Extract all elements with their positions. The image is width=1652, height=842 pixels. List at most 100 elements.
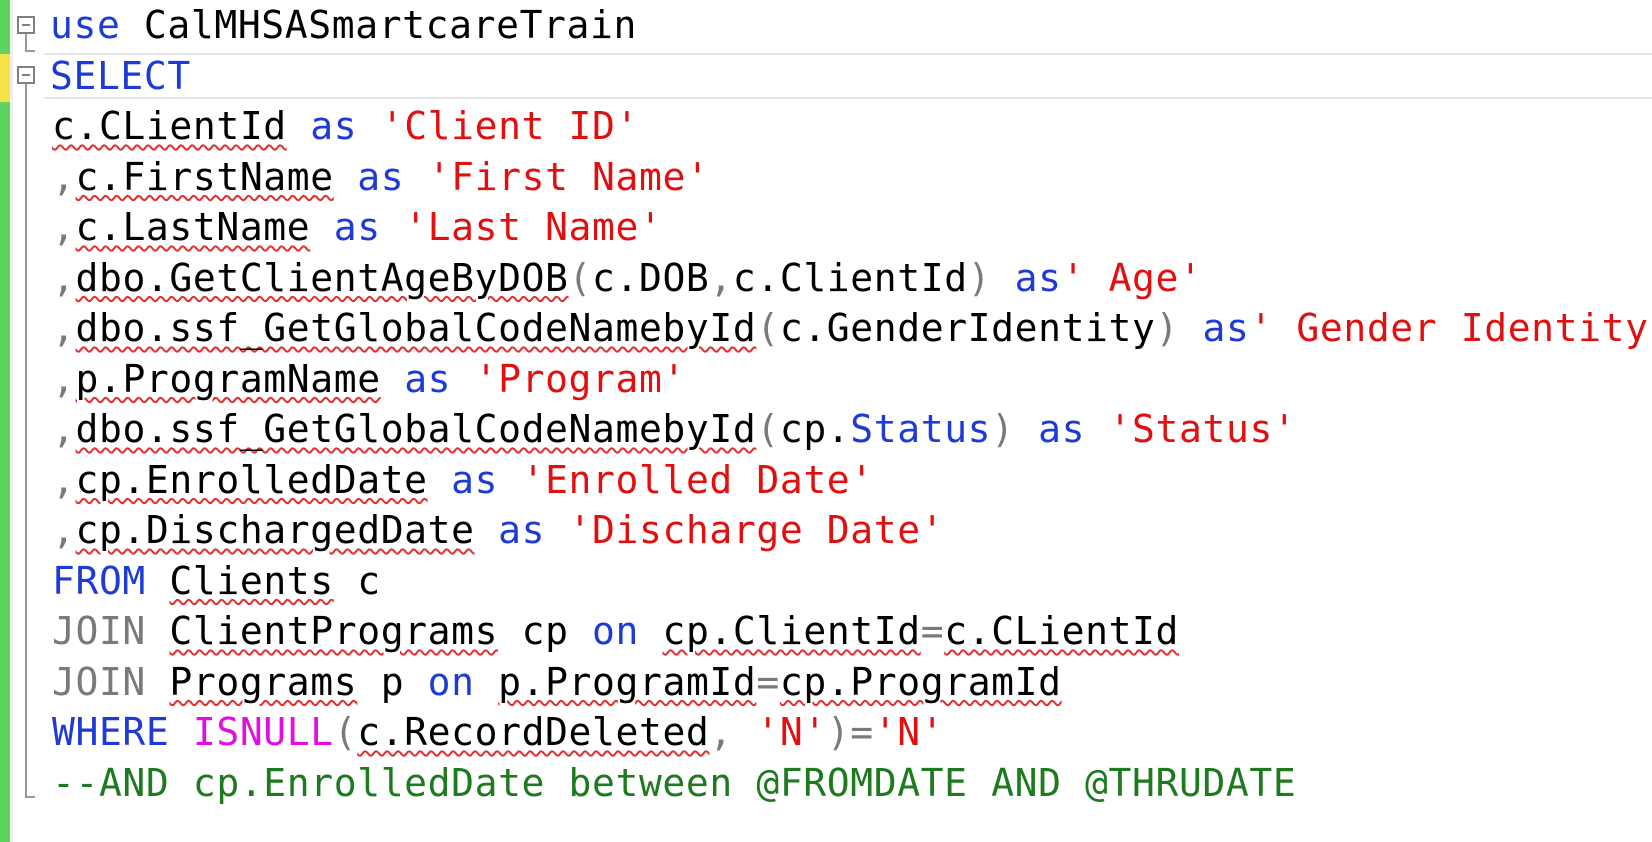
code-token: c.RecordDeleted (357, 710, 710, 754)
code-token: ) (826, 710, 851, 754)
code-token: c.CLientId (944, 609, 1180, 653)
collapse-use-block-icon[interactable] (17, 16, 35, 34)
code-line[interactable]: --AND cp.EnrolledDate between @FROMDATE … (50, 758, 1652, 809)
code-line[interactable]: ,c.FirstName as 'First Name' (50, 152, 1652, 203)
code-token: c (333, 558, 381, 603)
code-token: ISNULL (192, 710, 334, 754)
code-line[interactable]: FROM Clients c (50, 556, 1652, 607)
code-token: , (52, 457, 76, 502)
code-token: JOIN (52, 659, 146, 704)
code-token: as (1038, 407, 1086, 451)
code-token: 'First Name' (427, 154, 710, 199)
code-token: dbo.ssf_GetGlobalCodeNamebyId (75, 407, 757, 451)
code-token: , (709, 710, 733, 754)
code-token: 'Status' (1108, 407, 1297, 451)
code-token: , (709, 255, 733, 300)
code-line[interactable]: c.CLientId as 'Client ID' (50, 101, 1652, 152)
code-token: ) (967, 255, 992, 300)
code-token: c.FirstName (75, 154, 334, 199)
code-token: Status (850, 407, 992, 451)
sql-editor[interactable]: use CalMHSASmartcareTrain SELECT c.CLientI… (50, 0, 1652, 808)
code-line[interactable]: ,c.LastName as 'Last Name' (50, 202, 1652, 253)
code-token: use (50, 3, 144, 47)
code-line[interactable]: JOIN ClientPrograms cp on cp.ClientId=c.… (50, 606, 1652, 657)
code-token: as (333, 205, 381, 249)
code-token: ( (568, 255, 593, 300)
code-token: p (357, 659, 428, 704)
code-token: cp.DischargedDate (75, 508, 475, 552)
code-token: c.ClientId (732, 255, 968, 300)
code-token: ) (1155, 306, 1179, 350)
code-token: 'N' (756, 710, 827, 754)
fold-guide-end (25, 50, 35, 52)
code-line[interactable]: ,dbo.ssf_GetGlobalCodeNamebyId(cp.Status… (50, 404, 1652, 455)
code-line[interactable]: ,p.ProgramName as 'Program' (50, 354, 1652, 405)
code-token: c.CLientId (52, 104, 287, 148)
code-token: , (52, 205, 76, 249)
code-line[interactable]: ,cp.EnrolledDate as 'Enrolled Date' (50, 455, 1652, 506)
code-line[interactable]: SELECT (50, 51, 1652, 102)
code-line[interactable]: ,dbo.GetClientAgeByDOB(c.DOB,c.ClientId)… (50, 253, 1652, 304)
code-token: as (1014, 255, 1062, 300)
code-line[interactable]: ,cp.DischargedDate as 'Discharge Date' (50, 505, 1652, 556)
code-token: 'N' (873, 710, 945, 754)
code-token: ( (333, 710, 358, 754)
code-token: c.DOB (592, 255, 710, 300)
gutter-separator (10, 0, 13, 842)
code-token: as (404, 356, 452, 401)
code-token: 'Last Name' (404, 205, 663, 249)
code-token: cp. (779, 407, 851, 451)
code-token: on (427, 659, 475, 704)
code-token: = (920, 609, 945, 653)
code-token: as (310, 104, 358, 148)
code-token: 'Client ID' (380, 104, 639, 148)
code-token: , (52, 154, 76, 199)
code-token: c.GenderIdentity (779, 306, 1156, 350)
code-token: SELECT (50, 53, 191, 98)
code-token: cp.EnrolledDate (75, 457, 428, 502)
code-token: ) (991, 407, 1015, 451)
code-token: FROM (52, 558, 146, 603)
collapse-select-block-icon[interactable] (17, 66, 35, 84)
code-line[interactable]: JOIN Programs p on p.ProgramId=cp.Progra… (50, 657, 1652, 708)
code-token: , (52, 255, 76, 300)
code-line[interactable]: use CalMHSASmartcareTrain (50, 0, 1652, 51)
change-tracking-bar (0, 0, 10, 842)
code-token: = (756, 659, 780, 704)
code-token: p.ProgramName (75, 356, 381, 401)
code-token: on (592, 609, 639, 653)
code-token: p.ProgramId (498, 659, 757, 704)
code-token: , (52, 508, 76, 552)
code-token: ( (756, 306, 780, 350)
code-token: ClientPrograms (169, 609, 499, 653)
code-token: 'Program' (474, 356, 686, 401)
code-token: --AND cp.EnrolledDate between @FROMDATE … (52, 760, 1297, 805)
code-token: as (357, 154, 405, 199)
code-line[interactable]: ,dbo.ssf_GetGlobalCodeNamebyId(c.GenderI… (50, 303, 1652, 354)
code-token: cp.ClientId (662, 609, 921, 653)
code-line[interactable]: WHERE ISNULL(c.RecordDeleted, 'N')='N' (50, 707, 1652, 758)
code-token: cp.ProgramId (779, 659, 1062, 704)
code-token: 'Discharge Date' (568, 508, 945, 552)
code-token: JOIN (52, 609, 146, 653)
code-token: CalMHSASmartcareTrain (143, 3, 637, 47)
code-token: , (52, 356, 76, 401)
code-token: ' Gender Identity' (1249, 306, 1652, 350)
code-token: as (498, 508, 546, 552)
